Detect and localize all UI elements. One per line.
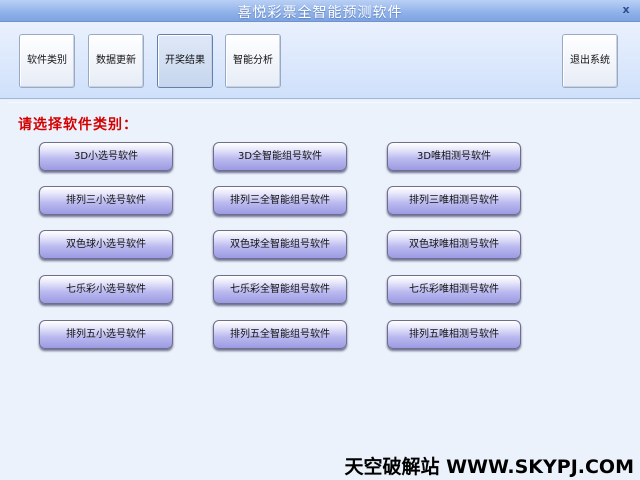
exit-system-button[interactable]: 退出系统 [562,34,618,88]
software-button[interactable]: 双色球全智能组号软件 [213,230,347,259]
software-button[interactable]: 排列五唯相测号软件 [387,320,521,349]
software-category-button[interactable]: 软件类别 [19,34,75,88]
software-button[interactable]: 排列五小选号软件 [39,320,173,349]
software-button[interactable]: 排列三唯相测号软件 [387,186,521,215]
software-button[interactable]: 3D全智能组号软件 [213,142,347,171]
close-icon[interactable]: x [618,2,634,18]
software-button[interactable]: 七乐彩小选号软件 [39,275,173,304]
software-button[interactable]: 七乐彩唯相测号软件 [387,275,521,304]
draw-results-button[interactable]: 开奖结果 [157,34,213,88]
software-button[interactable]: 排列五全智能组号软件 [213,320,347,349]
software-button[interactable]: 排列三小选号软件 [39,186,173,215]
title-bar: 喜悦彩票全智能预测软件 x [0,0,640,22]
software-button[interactable]: 3D唯相测号软件 [387,142,521,171]
toolbar: 软件类别 数据更新 开奖结果 智能分析 退出系统 [0,22,640,99]
software-button[interactable]: 七乐彩全智能组号软件 [213,275,347,304]
data-update-button[interactable]: 数据更新 [88,34,144,88]
smart-analysis-button[interactable]: 智能分析 [225,34,281,88]
window-title: 喜悦彩票全智能预测软件 [237,5,403,21]
software-button[interactable]: 双色球小选号软件 [39,230,173,259]
divider [8,102,632,103]
software-button[interactable]: 3D小选号软件 [39,142,173,171]
software-button[interactable]: 排列三全智能组号软件 [213,186,347,215]
section-heading: 请选择软件类别： [18,117,138,133]
software-button[interactable]: 双色球唯相测号软件 [387,230,521,259]
watermark-text: 天空破解站 WWW.SKYPJ.COM [344,456,634,478]
